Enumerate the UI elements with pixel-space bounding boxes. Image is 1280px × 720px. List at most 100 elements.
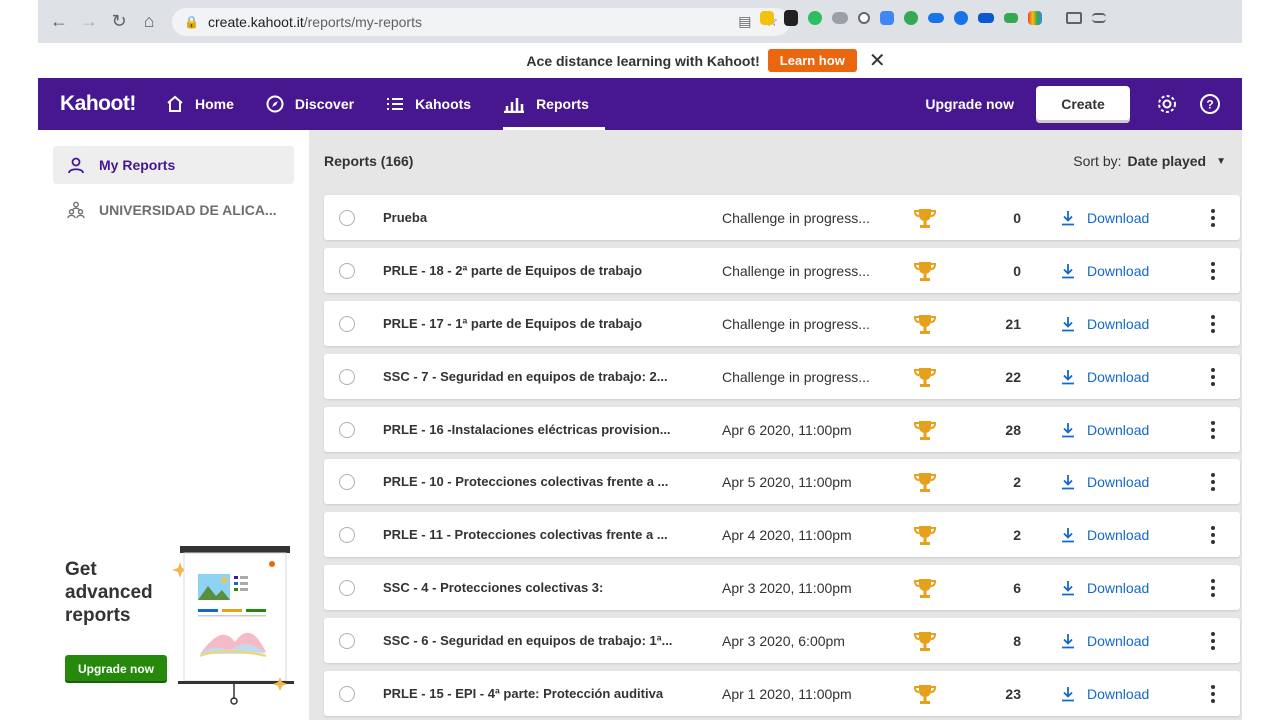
- report-row[interactable]: Prueba Challenge in progress... 0 Download: [324, 195, 1240, 240]
- report-title[interactable]: PRLE - 10 - Protecciones colectivas fren…: [383, 474, 699, 489]
- forward-icon[interactable]: →: [74, 7, 104, 37]
- more-options-icon[interactable]: [1210, 367, 1216, 392]
- row-select-radio[interactable]: [339, 315, 355, 332]
- reload-icon[interactable]: ↻: [104, 7, 134, 37]
- cast-icon[interactable]: [1066, 12, 1082, 24]
- report-row[interactable]: SSC - 4 - Protecciones colectivas 3: Apr …: [324, 565, 1240, 610]
- sort-dropdown[interactable]: Sort by: Date played ▼: [1073, 153, 1226, 169]
- report-title[interactable]: SSC - 6 - Seguridad en equipos de trabaj…: [383, 633, 699, 648]
- check-ext-icon[interactable]: [904, 11, 918, 25]
- browser-toolbar: ← → ↻ ⌂ 🔒 create.kahoot.it/reports/my-re…: [38, 0, 1242, 43]
- sort-value: Date played: [1127, 153, 1207, 169]
- nav-reports[interactable]: Reports: [487, 78, 605, 130]
- report-title[interactable]: PRLE - 11 - Protecciones colectivas fren…: [383, 527, 699, 542]
- nav-kahoots[interactable]: Kahoots: [370, 78, 487, 130]
- cloud-icon[interactable]: [832, 12, 848, 24]
- row-select-radio[interactable]: [339, 262, 355, 279]
- row-select-radio[interactable]: [339, 209, 355, 226]
- report-row[interactable]: PRLE - 18 - 2ª parte de Equipos de traba…: [324, 248, 1240, 293]
- extension-icon[interactable]: [760, 11, 774, 25]
- more-options-icon[interactable]: [1210, 208, 1216, 233]
- report-status: Apr 3 2020, 6:00pm: [722, 632, 845, 649]
- download-button[interactable]: Download: [1061, 527, 1149, 543]
- nav-home[interactable]: Home: [150, 78, 250, 130]
- caret-down-icon: ▼: [1216, 155, 1226, 167]
- address-bar[interactable]: 🔒 create.kahoot.it/reports/my-reports ▤ …: [172, 8, 790, 36]
- report-title[interactable]: Prueba: [383, 210, 699, 225]
- download-button[interactable]: Download: [1061, 580, 1149, 596]
- evernote-icon[interactable]: [808, 11, 822, 25]
- more-options-icon[interactable]: [1210, 261, 1216, 286]
- kahoot-logo[interactable]: Kahoot!: [60, 92, 150, 116]
- download-button[interactable]: Download: [1061, 316, 1149, 332]
- download-button[interactable]: Download: [1061, 633, 1149, 649]
- report-title[interactable]: SSC - 4 - Protecciones colectivas 3:: [383, 580, 699, 595]
- browser-home-icon[interactable]: ⌂: [134, 7, 164, 37]
- sidebar-item-my-reports[interactable]: My Reports: [53, 146, 294, 184]
- player-count: 2: [1013, 473, 1021, 490]
- settings-gear-icon[interactable]: [1156, 93, 1178, 115]
- download-button[interactable]: Download: [1061, 422, 1149, 438]
- report-row[interactable]: SSC - 6 - Seguridad en equipos de trabaj…: [324, 618, 1240, 663]
- player-count: 8: [1013, 632, 1021, 649]
- help-icon[interactable]: ?: [1199, 93, 1221, 115]
- player-count: 6: [1013, 579, 1021, 596]
- more-options-icon[interactable]: [1210, 578, 1216, 603]
- learn-how-button[interactable]: Learn how: [767, 49, 857, 72]
- report-title[interactable]: PRLE - 15 - EPI - 4ª parte: Protección a…: [383, 686, 699, 701]
- more-options-icon[interactable]: [1210, 525, 1216, 550]
- onedrive-icon[interactable]: [928, 13, 944, 23]
- row-select-radio[interactable]: [339, 526, 355, 543]
- row-select-radio[interactable]: [339, 579, 355, 596]
- extension-icon[interactable]: [858, 12, 870, 24]
- sidebar-item-organization[interactable]: UNIVERSIDAD DE ALICA...: [53, 191, 294, 229]
- svg-text:?: ?: [1206, 98, 1213, 112]
- report-title[interactable]: SSC - 7 - Seguridad en equipos de trabaj…: [383, 369, 699, 384]
- group-icon: [67, 200, 85, 220]
- row-select-radio[interactable]: [339, 685, 355, 702]
- download-icon: [1061, 263, 1075, 279]
- more-options-icon[interactable]: [1210, 631, 1216, 656]
- upgrade-now-link[interactable]: Upgrade now: [925, 96, 1014, 112]
- report-row[interactable]: SSC - 7 - Seguridad en equipos de trabaj…: [324, 354, 1240, 399]
- row-select-radio[interactable]: [339, 368, 355, 385]
- nav-discover-label: Discover: [294, 96, 355, 112]
- more-options-icon[interactable]: [1210, 472, 1216, 497]
- row-select-radio[interactable]: [339, 632, 355, 649]
- upgrade-now-button[interactable]: Upgrade now: [65, 655, 167, 683]
- translate-ext-icon[interactable]: [880, 11, 894, 25]
- extension-icon[interactable]: [978, 13, 994, 23]
- trophy-icon: [913, 630, 937, 657]
- report-row[interactable]: PRLE - 10 - Protecciones colectivas fren…: [324, 459, 1240, 504]
- more-options-icon[interactable]: [1210, 684, 1216, 709]
- download-button[interactable]: Download: [1061, 474, 1149, 490]
- report-row[interactable]: PRLE - 17 - 1ª parte de Equipos de traba…: [324, 301, 1240, 346]
- report-row[interactable]: PRLE - 16 -Instalaciones eléctricas prov…: [324, 407, 1240, 452]
- row-select-radio[interactable]: [339, 421, 355, 438]
- report-row[interactable]: PRLE - 11 - Protecciones colectivas fren…: [324, 512, 1240, 557]
- report-title[interactable]: PRLE - 17 - 1ª parte de Equipos de traba…: [383, 316, 699, 331]
- report-title[interactable]: PRLE - 18 - 2ª parte de Equipos de traba…: [383, 263, 699, 278]
- more-options-icon[interactable]: [1210, 314, 1216, 339]
- extension-icon[interactable]: [954, 11, 968, 25]
- report-status: Challenge in progress...: [722, 315, 870, 332]
- back-icon[interactable]: ←: [44, 7, 74, 37]
- download-button[interactable]: Download: [1061, 686, 1149, 702]
- row-select-radio[interactable]: [339, 473, 355, 490]
- nav-discover[interactable]: Discover: [250, 78, 370, 130]
- create-button[interactable]: Create: [1036, 85, 1130, 123]
- download-button[interactable]: Download: [1061, 210, 1149, 226]
- extension-icon[interactable]: [784, 10, 798, 26]
- download-icon: [1061, 422, 1075, 438]
- more-options-icon[interactable]: [1210, 420, 1216, 445]
- download-button[interactable]: Download: [1061, 369, 1149, 385]
- download-icon: [1061, 474, 1075, 490]
- report-title[interactable]: PRLE - 16 -Instalaciones eléctricas prov…: [383, 422, 699, 437]
- extension-icon[interactable]: [1028, 11, 1042, 25]
- media-queue-icon[interactable]: [1092, 13, 1106, 23]
- report-row[interactable]: PRLE - 15 - EPI - 4ª parte: Protección a…: [324, 671, 1240, 716]
- close-icon[interactable]: ✕: [869, 48, 886, 73]
- download-button[interactable]: Download: [1061, 263, 1149, 279]
- translate-icon[interactable]: ▤: [738, 13, 751, 30]
- extension-icon[interactable]: [1004, 13, 1018, 23]
